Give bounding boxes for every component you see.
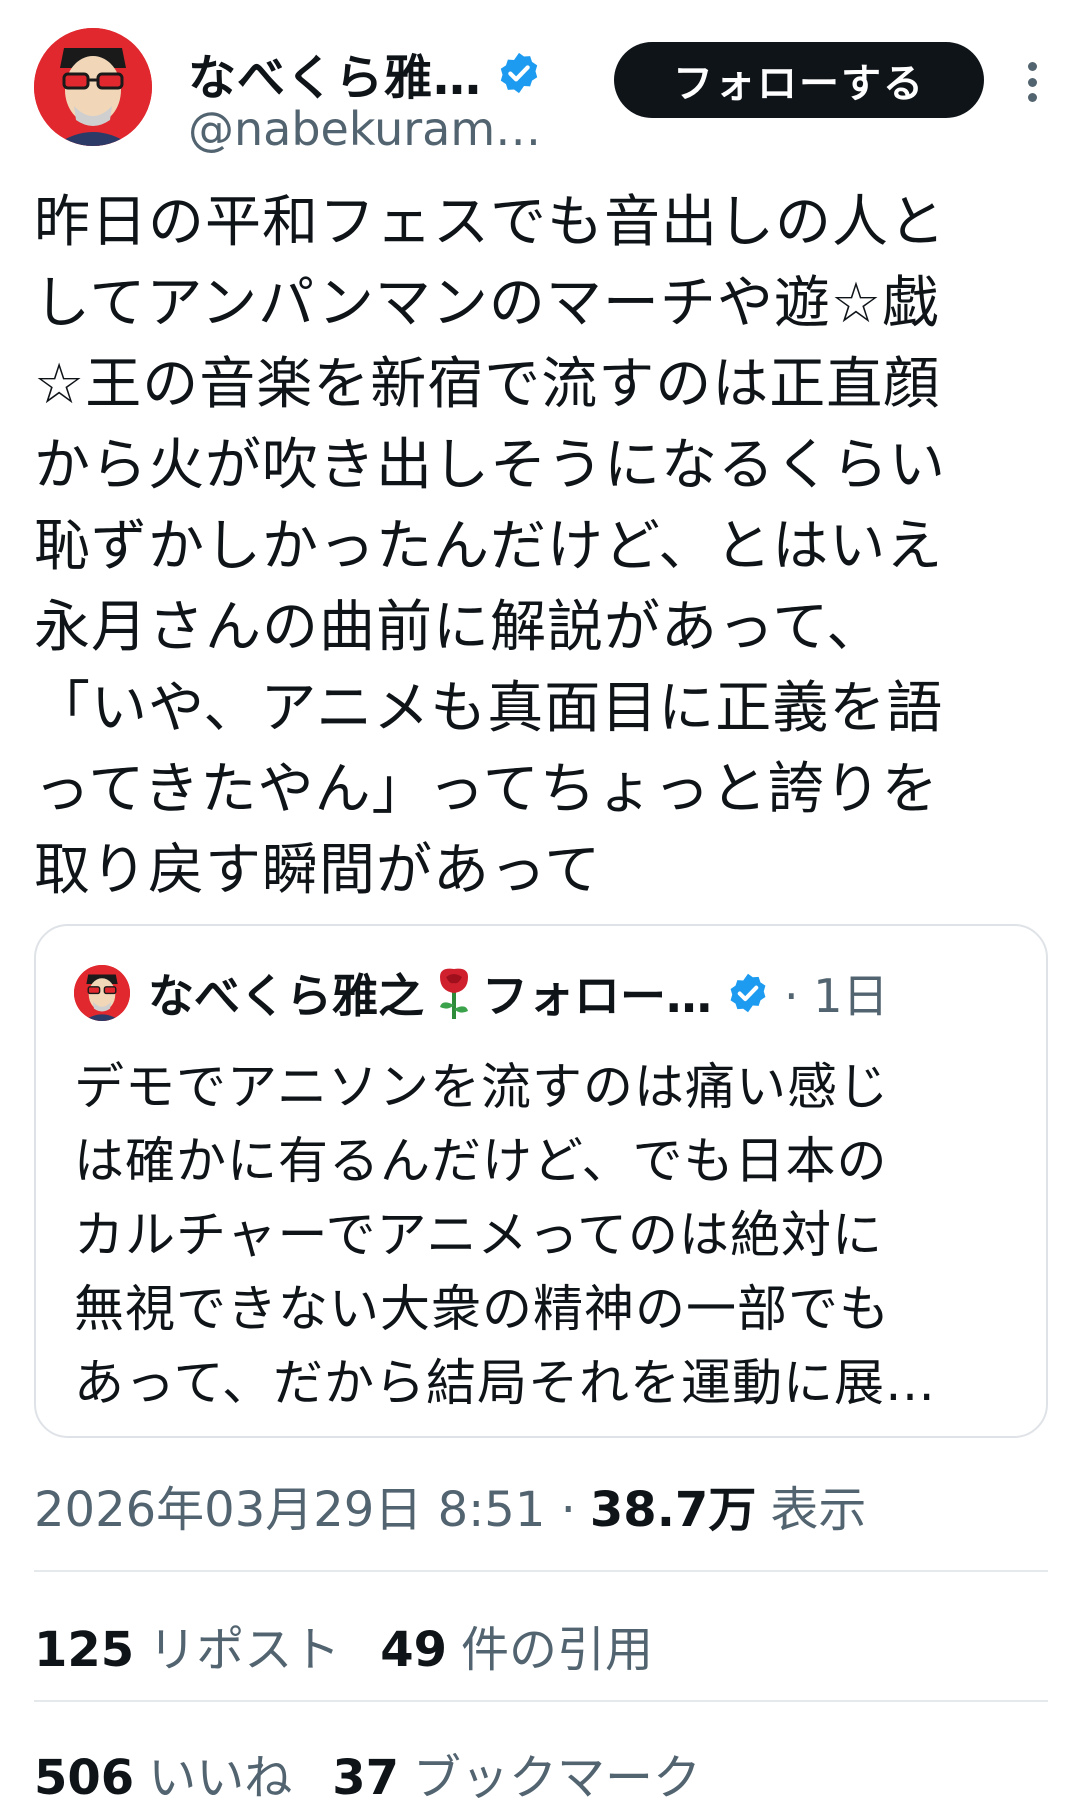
- tweet-meta: 2026年03月29日 8:51 · 38.7万 表示: [34, 1470, 866, 1540]
- follow-button[interactable]: フォローする: [614, 42, 984, 118]
- engagement-row-1: 125 リポスト 49 件の引用: [34, 1610, 693, 1680]
- author-name-row[interactable]: なべくら雅…: [188, 38, 542, 108]
- tweet-timestamp[interactable]: 2026年03月29日 8:51 ·: [34, 1470, 576, 1540]
- quoted-text-line: 無視できない大衆の精神の一部でも: [74, 1280, 890, 1338]
- quoted-text-line: デモでアニソンを流すのは痛い感じ: [74, 1058, 889, 1116]
- avatar-portrait-icon: [34, 28, 152, 146]
- quoted-tweet-card[interactable]: なべくら雅之 フォロー… · 1日 デモでアニソンを流すのは痛い感じ は確かに有…: [34, 924, 1048, 1438]
- tweet-header: なべくら雅… @nabekuram… フォローする: [34, 24, 1046, 156]
- reposts-label: リポスト: [148, 1622, 341, 1678]
- quoted-tweet-time: · 1日: [784, 969, 889, 1023]
- divider: [34, 1700, 1048, 1702]
- quoted-tweet-header: なべくら雅之 フォロー… · 1日: [74, 960, 889, 1026]
- quotes-count: 49: [380, 1622, 448, 1678]
- likes-stat[interactable]: 506 いいね: [34, 1738, 292, 1808]
- more-options-icon[interactable]: [1020, 54, 1044, 110]
- quoted-author-tag: フォロー…: [482, 969, 712, 1023]
- bookmarks-count: 37: [332, 1750, 400, 1806]
- quoted-text-line: は確かに有るんだけど、でも日本の: [74, 1132, 888, 1190]
- tweet-text-line: 永月さんの曲前に解説があって、: [34, 595, 884, 660]
- quoted-tweet-text: デモでアニソンを流すのは痛い感じ は確かに有るんだけど、でも日本の カルチャーで…: [74, 1050, 1014, 1420]
- tweet-text-line: 「いや、アニメも真面目に正義を語: [34, 676, 944, 741]
- author-avatar[interactable]: [34, 28, 152, 146]
- quotes-stat[interactable]: 49 件の引用: [380, 1610, 653, 1680]
- views-label: 表示: [770, 1482, 867, 1538]
- quotes-label: 件の引用: [461, 1622, 654, 1678]
- author-display-name[interactable]: なべくら雅…: [188, 38, 482, 108]
- tweet-text-line: ☆王の音楽を新宿で流すのは正直顔: [34, 352, 941, 417]
- tweet-text-line: してアンパンマンのマーチや遊☆戯: [34, 271, 940, 336]
- bookmarks-stat[interactable]: 37 ブックマーク: [332, 1738, 701, 1808]
- tweet-text: 昨日の平和フェスでも音出しの人と してアンパンマンのマーチや遊☆戯 ☆王の音楽を…: [34, 182, 1044, 911]
- tweet-text-line: 昨日の平和フェスでも音出しの人と: [34, 190, 946, 255]
- tweet-text-line: ってきたやん」ってちょっと誇りを: [34, 757, 939, 822]
- tweet-text-line: 取り戻す瞬間があって: [34, 838, 602, 903]
- quoted-text-line: カルチャーでアニメってのは絶対に: [74, 1206, 883, 1264]
- quoted-text-line: あって、だから結局それを運動に展…: [74, 1354, 936, 1412]
- views-count: 38.7万: [589, 1482, 757, 1538]
- author-handle[interactable]: @nabekuram…: [188, 102, 541, 156]
- tweet-text-line: 恥ずかしかったんだけど、とはいえ: [34, 514, 944, 579]
- avatar-portrait-icon: [74, 965, 130, 1021]
- quoted-author-avatar: [74, 965, 130, 1021]
- engagement-row-2: 506 いいね 37 ブックマーク: [34, 1738, 741, 1808]
- likes-count: 506: [34, 1750, 135, 1806]
- bookmarks-label: ブックマーク: [413, 1750, 702, 1806]
- verified-badge-icon: [500, 52, 538, 94]
- reposts-count: 125: [34, 1622, 135, 1678]
- verified-badge-icon: [730, 973, 766, 1013]
- reposts-stat[interactable]: 125 リポスト: [34, 1610, 340, 1680]
- quoted-author-name: なべくら雅之: [148, 969, 424, 1023]
- likes-label: いいね: [148, 1750, 293, 1806]
- rose-icon: [440, 968, 468, 1019]
- tweet-text-line: から火が吹き出しそうになるくらい: [34, 433, 946, 498]
- divider: [34, 1570, 1048, 1572]
